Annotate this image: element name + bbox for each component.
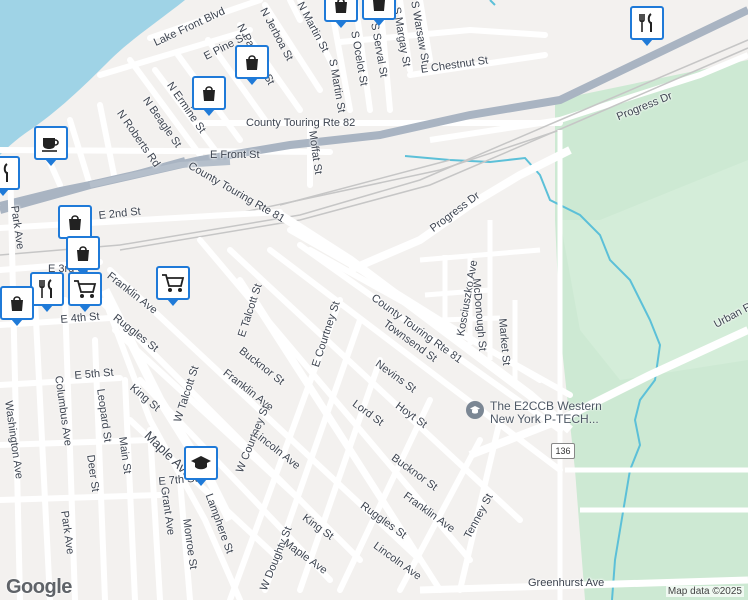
- street-label-e-front: E Front St: [210, 149, 260, 161]
- pin-shopping-bag-3[interactable]: [235, 45, 269, 85]
- shopping-cart-icon: [74, 280, 97, 298]
- shopping-bag-icon: [203, 86, 215, 101]
- graduation-cap-icon: [191, 456, 211, 470]
- stream-top: [489, 0, 496, 6]
- restaurant-icon: [3, 163, 8, 182]
- street-label-greenhurst: Greenhurst Ave: [528, 577, 605, 589]
- map-canvas[interactable]: Lake Front Blvd E Pine St N Jerboa St N …: [0, 0, 748, 600]
- shopping-bag-icon: [246, 55, 258, 70]
- shopping-bag-icon: [77, 246, 89, 261]
- school-poi-icon[interactable]: [466, 401, 484, 419]
- pin-restaurant-2[interactable]: [0, 156, 20, 196]
- route-136-shield: 136: [551, 443, 575, 459]
- shopping-bag-icon: [69, 215, 81, 230]
- pin-shopping-bag-7[interactable]: [0, 286, 34, 326]
- shopping-bag-icon: [335, 0, 347, 13]
- pin-shopping-bag-1[interactable]: [324, 0, 358, 28]
- pin-shopping-bag-4[interactable]: [192, 76, 226, 116]
- restaurant-icon: [639, 13, 652, 32]
- shopping-cart-icon: [162, 274, 185, 292]
- pin-coffee[interactable]: [34, 126, 68, 166]
- pin-shopping-bag-2[interactable]: [362, 0, 396, 26]
- google-logo: Google: [6, 576, 72, 598]
- pin-shopping-bag-5[interactable]: [58, 205, 92, 245]
- pin-shopping-cart-1[interactable]: [156, 266, 190, 306]
- pin-restaurant-3[interactable]: [30, 272, 64, 312]
- school-poi-label[interactable]: The E2CCB Western New York P-TECH...: [490, 400, 610, 426]
- pin-school[interactable]: [184, 446, 218, 486]
- pin-shopping-bag-6[interactable]: [66, 236, 100, 276]
- map-attribution[interactable]: Map data ©2025: [665, 586, 744, 597]
- coffee-cup-icon: [42, 138, 59, 152]
- restaurant-icon: [39, 279, 52, 298]
- street-label-ct82: County Touring Rte 82: [246, 117, 356, 129]
- pin-shopping-cart-2[interactable]: [68, 272, 102, 312]
- shopping-bag-icon: [373, 0, 385, 11]
- pin-restaurant-1[interactable]: [630, 6, 664, 46]
- shopping-bag-icon: [11, 296, 23, 311]
